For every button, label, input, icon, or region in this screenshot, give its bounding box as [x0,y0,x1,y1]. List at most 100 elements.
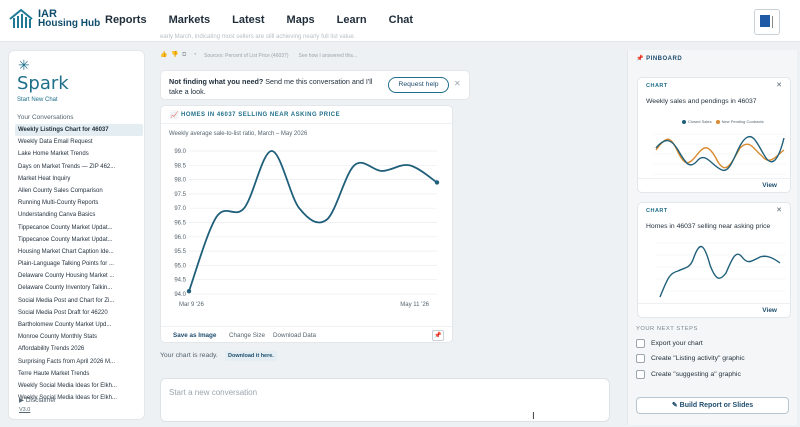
save-as-image-button[interactable]: Save as Image [173,332,216,339]
next-step-export[interactable]: Export your chart [636,339,703,348]
legend-new-pending: New Pending Contracts [721,119,764,124]
conversation-list: Weekly Listings Chart for 46037 Weekly D… [15,124,143,404]
nav-markets[interactable]: Markets [169,14,211,26]
close-icon[interactable]: ✕ [776,206,782,214]
disclaimer-toggle[interactable]: ▶ Disclaimer [19,396,56,404]
y-tick-label: 95.5 [174,249,186,255]
y-tick-label: 99.0 [174,149,186,155]
y-tick-label: 94.0 [174,292,186,298]
help-message: Not finding what you need? Send me this … [169,77,384,97]
conversation-item[interactable]: Tippecanoe County Market Updat... [15,222,143,234]
conversation-item[interactable]: Lake Home Market Trends [15,148,143,160]
close-icon[interactable]: ✕ [454,79,461,88]
conversation-item[interactable]: Delaware County Inventory Talkin... [15,282,143,294]
view-button[interactable]: View [762,182,777,189]
y-tick-label: 96.5 [174,221,186,227]
message-feedback-row: 👍 👎 ⧉ ◔ Sources: Percent of List Price (… [160,52,357,59]
pinboard-title: 📌 PINBOARD [636,55,682,62]
thumbs-down-icon[interactable]: 👎 [171,52,178,59]
caret-right-icon: ▶ [19,397,24,404]
conversation-item[interactable]: Allen County Sales Comparison [15,185,143,197]
nav-reports[interactable]: Reports [105,14,147,26]
conversation-item[interactable]: Terre Haute Market Trends [15,368,143,380]
pinned-chart-card: CHART ✕ Weekly sales and pendings in 460… [637,77,791,193]
chart-subtitle: Weekly average sale-to-list ratio, March… [169,131,308,137]
close-icon[interactable]: ✕ [776,81,782,89]
nav-chat[interactable]: Chat [389,14,413,26]
realtor-r-mark [760,15,770,27]
house-logo-icon [9,8,33,28]
conversation-item[interactable]: Understanding Canva Basics [15,209,143,221]
conversations-heading: Your Conversations [17,114,74,121]
pinboard-panel: 📌 PINBOARD CHART ✕ Weekly sales and pend… [627,50,797,425]
help-bold: Not finding what you need? [169,77,264,86]
y-tick-label: 98.0 [174,178,186,184]
view-button[interactable]: View [762,307,777,314]
help-card: Not finding what you need? Send me this … [160,70,470,100]
data-point [434,180,440,185]
start-new-chat-link[interactable]: Start New Chat [17,97,58,103]
legend-swatch-orange [715,119,720,124]
chat-input-box[interactable] [160,378,610,422]
realtor-logo-icon[interactable] [754,9,780,35]
new-conversation-input[interactable] [169,388,589,397]
chart-card: 📈 HOMES IN 46037 SELLING NEAR ASKING PRI… [160,105,453,343]
card-type-label: CHART [646,208,668,214]
checkbox[interactable] [636,354,645,363]
y-tick-label: 96.0 [174,235,186,241]
checkbox[interactable] [636,370,645,379]
next-step-label: Export your chart [651,340,703,347]
legend-closed-sales: Closed Sales [688,119,712,124]
y-tick-label: 97.5 [174,192,186,198]
chart-card-header: 📈 HOMES IN 46037 SELLING NEAR ASKING PRI… [161,106,452,124]
main-line-chart: 99.0 98.5 98.0 97.5 97.0 96.5 96.0 95.5 95.0 94.5… [174,149,440,308]
pinned-mini-chart [654,133,786,175]
request-help-button[interactable]: Request help [388,77,449,93]
conversation-item[interactable]: Weekly Listings Chart for 46037 [15,124,143,137]
pinned-mini-chart-2 [656,242,786,298]
checkbox[interactable] [636,339,645,348]
conversation-item[interactable]: Running Multi-County Reports [15,197,143,209]
change-size-button[interactable]: Change Size [229,332,265,339]
download-data-button[interactable]: Download Data [273,332,316,339]
conversation-item[interactable]: Affordability Trends 2026 [15,343,143,355]
source-text: Sources: Percent of List Price (46037) [204,52,289,59]
conversation-item[interactable]: Social Media Post Draft for 46220 [15,307,143,319]
conversation-item[interactable]: Housing Market Chart Caption Ide... [15,246,143,258]
next-step-suggesting[interactable]: Create "suggesting a" graphic [636,370,741,379]
logo-line2: Housing Hub [38,18,101,29]
y-tick-label: 94.5 [174,278,186,284]
next-step-listing-activity[interactable]: Create "Listing activity" graphic [636,354,745,363]
build-report-button[interactable]: ✎ Build Report or Slides [636,397,789,414]
conversation-item[interactable]: Tippecanoe County Market Updat... [15,234,143,246]
nav-learn[interactable]: Learn [337,14,367,26]
next-step-label: Create "Listing activity" graphic [651,355,745,362]
iar-logo[interactable]: IAR Housing Hub [8,8,100,30]
version-link[interactable]: V3.0 [19,407,30,413]
top-navbar: IAR Housing Hub Reports Markets Latest M… [0,0,800,42]
conversation-item[interactable]: Monroe County Monthly Stats [15,331,143,343]
y-tick-label: 97.0 [174,206,186,212]
chart-actions-bar: Save as Image Change Size Download Data … [161,326,452,344]
card-type-label: CHART [646,83,668,89]
download-link[interactable]: Download it here. [225,351,277,361]
build-report-label: Build Report or Slides [679,402,754,409]
previous-message-text: early March, indicating most sellers are… [160,34,356,40]
x-tick-label: May 11 '26 [400,302,429,308]
conversation-item[interactable]: Market Heat Inquiry [15,173,143,185]
conversation-item[interactable]: Delaware County Housing Market ... [15,270,143,282]
nav-latest[interactable]: Latest [232,14,264,26]
chart-ready-text: Your chart is ready. [160,352,218,359]
conversation-item[interactable]: Weekly Social Media Ideas for Elkh... [15,380,143,392]
nav-maps[interactable]: Maps [287,14,315,26]
conversation-item[interactable]: Plain-Language Talking Points for ... [15,258,143,270]
conversation-item[interactable]: Social Media Post and Chart for Zi... [15,295,143,307]
copy-icon[interactable]: ⧉ [182,52,189,59]
pin-icon[interactable]: 📌 [432,330,444,341]
thumbs-up-icon[interactable]: 👍 [160,52,167,59]
conversation-item[interactable]: Surprising Facts from April 2026 M... [15,356,143,368]
conversation-item[interactable]: Bartholomew County Market Upd... [15,319,143,331]
how-answered-link[interactable]: See how I answered this... [299,53,358,59]
conversation-item[interactable]: Days on Market Trends — ZIP 462... [15,161,143,173]
conversation-item[interactable]: Weekly Data Email Request [15,136,143,148]
